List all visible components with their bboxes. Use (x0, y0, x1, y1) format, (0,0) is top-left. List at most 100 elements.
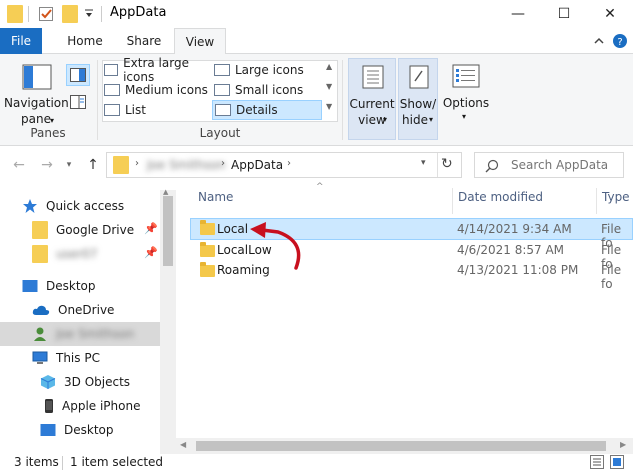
up-button[interactable]: ↑ (82, 154, 104, 176)
nav-scrollbar-thumb[interactable] (163, 196, 173, 266)
layout-small-icons[interactable]: Small icons (214, 80, 322, 100)
details-pane-button[interactable] (68, 92, 88, 112)
collapse-ribbon-icon[interactable] (592, 34, 606, 48)
divider (596, 188, 597, 214)
details-view-icon[interactable] (590, 455, 606, 471)
desktop-icon (22, 280, 38, 292)
window-title: AppData (110, 5, 167, 20)
nav-desktop-label: Desktop (46, 279, 96, 293)
nav-3d-objects[interactable]: 3D Objects (0, 370, 160, 394)
properties-icon[interactable] (36, 4, 56, 24)
folder-icon (200, 220, 215, 235)
nav-apple-iphone[interactable]: Apple iPhone (0, 394, 160, 418)
customize-quick-access-icon[interactable] (82, 4, 96, 24)
search-input[interactable] (511, 156, 619, 174)
nav-quick-access[interactable]: Quick access (0, 194, 160, 218)
minimize-button[interactable]: — (495, 0, 541, 28)
close-button[interactable]: ✕ (587, 0, 633, 28)
breadcrumb-separator-icon[interactable]: › (221, 158, 225, 169)
scroll-down-icon[interactable]: ▼ (326, 82, 332, 91)
preview-pane-button[interactable] (66, 64, 90, 86)
nav-user[interactable]: Joe Smithson (0, 322, 160, 346)
layout-list[interactable]: List (104, 100, 210, 120)
tab-file[interactable]: File (0, 28, 42, 54)
status-selection: 1 item selected (70, 455, 164, 469)
back-button[interactable]: ← (8, 154, 30, 176)
pin-icon[interactable]: 📌 (144, 222, 158, 235)
recent-locations-icon[interactable]: ▾ (62, 154, 76, 176)
divider (62, 456, 63, 470)
nav-quick-access-label: Quick access (46, 199, 125, 213)
tab-home[interactable]: Home (62, 28, 108, 54)
maximize-button[interactable]: ☐ (541, 0, 587, 28)
divider (437, 153, 438, 177)
forward-button[interactable]: → (36, 154, 58, 176)
breadcrumb-separator-icon[interactable]: › (287, 158, 291, 169)
nav-this-pc[interactable]: This PC (0, 346, 160, 370)
address-history-icon[interactable]: ▾ (421, 158, 426, 168)
layout-extra-large-icons[interactable]: Extra large icons (104, 56, 210, 84)
address-bar[interactable]: › Joe Smithson › AppData › ▾ ↻ (106, 152, 462, 178)
nav-desktop-pc-label: Desktop (64, 423, 114, 437)
expand-gallery-icon[interactable]: ▼ (326, 102, 332, 111)
layout-details[interactable]: Details (212, 100, 322, 120)
title-bar: AppData — ☐ ✕ (0, 0, 633, 28)
nav-desktop-pc[interactable]: Desktop (0, 418, 160, 442)
refresh-icon[interactable]: ↻ (441, 156, 453, 172)
scroll-left-icon[interactable]: ◀ (180, 440, 186, 449)
svg-text:?: ? (617, 37, 622, 48)
column-header-date[interactable]: Date modified (458, 190, 543, 210)
layout-medium-icons[interactable]: Medium icons (104, 80, 210, 100)
folder-icon (200, 242, 215, 257)
show-hide-label-line2: hide (402, 113, 428, 127)
navigation-pane-button[interactable]: Navigation pane ▾ (4, 62, 69, 130)
ribbon-tabs: File Home Share View ? (0, 28, 633, 55)
nav-onedrive-label: OneDrive (58, 303, 115, 317)
tab-view[interactable]: View (174, 28, 226, 55)
pin-icon[interactable]: 📌 (144, 246, 158, 259)
nav-user-label: Joe Smithson (56, 327, 135, 341)
current-view-label: Current (349, 97, 395, 111)
breadcrumb-appdata[interactable]: AppData (231, 158, 283, 172)
nav-desktop[interactable]: Desktop (0, 274, 160, 298)
folder-icon (32, 221, 48, 239)
scroll-right-icon[interactable]: ▶ (620, 440, 626, 449)
column-header-name[interactable]: Name (198, 190, 233, 210)
breadcrumb-user[interactable]: Joe Smithson (147, 158, 225, 172)
layout-scroll[interactable]: ▲ ▼ ▼ (324, 62, 336, 120)
file-list-hscrollbar-thumb[interactable] (196, 441, 606, 451)
scroll-up-icon[interactable]: ▲ (326, 62, 332, 71)
layout-medium-label: Medium icons (125, 83, 208, 97)
dropdown-arrow-icon: ▾ (462, 112, 467, 121)
nav-this-pc-label: This PC (56, 351, 100, 365)
scroll-up-icon[interactable]: ▲ (163, 188, 168, 196)
show-hide-label: Show/ (399, 97, 437, 111)
new-folder-icon[interactable] (60, 4, 80, 24)
nav-onedrive[interactable]: OneDrive (0, 298, 160, 322)
large-icons-view-icon[interactable] (610, 455, 626, 471)
search-box[interactable] (474, 152, 624, 178)
options-label: Options (442, 96, 490, 110)
sort-ascending-icon: ^ (316, 182, 324, 192)
nav-user-folder[interactable]: user07 📌 (0, 242, 160, 266)
status-bar: 3 items 1 item selected (0, 454, 633, 472)
user-icon (34, 327, 46, 341)
annotation-arrow-icon (250, 222, 301, 270)
dropdown-arrow-icon: ▾ (383, 115, 388, 124)
breadcrumb-separator-icon[interactable]: › (135, 158, 139, 169)
tab-share[interactable]: Share (120, 28, 168, 54)
dropdown-arrow-icon: ▾ (50, 116, 55, 125)
divider (101, 6, 102, 22)
layout-large-icons[interactable]: Large icons (214, 60, 322, 80)
show-hide-button[interactable]: Show/ hide ▾ (398, 58, 438, 140)
current-view-button[interactable]: Current view ▾ (348, 58, 396, 140)
status-item-count: 3 items (14, 455, 59, 469)
column-header-type[interactable]: Type (602, 190, 630, 210)
nav-google-drive[interactable]: Google Drive 📌 (0, 218, 160, 242)
nav-3d-objects-label: 3D Objects (64, 375, 131, 389)
options-button[interactable]: Options ▾ (440, 58, 492, 140)
help-icon[interactable]: ? (612, 33, 628, 49)
file-date: 4/6/2021 8:57 AM (457, 243, 565, 257)
navigation-pane: Quick access Google Drive 📌 user07 📌 Des… (0, 184, 176, 454)
layout-details-label: Details (236, 103, 278, 117)
